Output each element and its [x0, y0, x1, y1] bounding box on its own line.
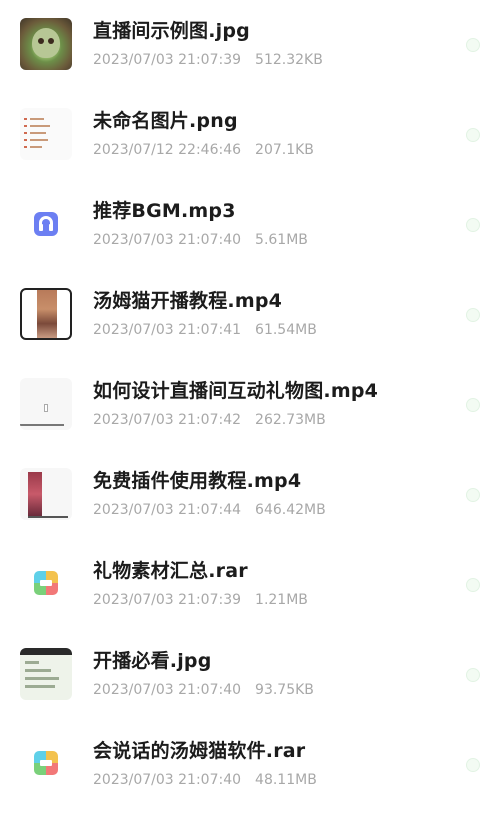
image-thumbnail: [20, 108, 72, 160]
file-row[interactable]: 如何设计直播间互动礼物图.mp4 2023/07/03 21:07:42 262.…: [0, 378, 500, 468]
file-name: 推荐BGM.mp3: [93, 200, 236, 222]
file-date: 2023/07/03 21:07:44: [93, 502, 242, 518]
file-date: 2023/07/12 22:46:46: [93, 142, 242, 158]
select-checkbox[interactable]: [466, 488, 480, 502]
video-thumbnail: [20, 378, 72, 430]
file-meta: 2023/07/03 21:07:40 5.61MB: [93, 231, 308, 249]
file-date: 2023/07/03 21:07:42: [93, 412, 242, 428]
file-row[interactable]: 直播间示例图.jpg 2023/07/03 21:07:39 512.32KB: [0, 18, 500, 108]
file-size: 93.75KB: [255, 682, 314, 698]
image-thumbnail: [20, 18, 72, 70]
video-thumbnail: [20, 468, 72, 520]
file-meta: 2023/07/03 21:07:41 61.54MB: [93, 321, 317, 339]
file-date: 2023/07/03 21:07:40: [93, 232, 242, 248]
file-row[interactable]: 礼物素材汇总.rar 2023/07/03 21:07:39 1.21MB: [0, 558, 500, 648]
file-size: 262.73MB: [255, 412, 326, 428]
select-checkbox[interactable]: [466, 578, 480, 592]
select-checkbox[interactable]: [466, 128, 480, 142]
select-checkbox[interactable]: [466, 758, 480, 772]
file-size: 48.11MB: [255, 772, 317, 788]
file-name: 开播必看.jpg: [93, 650, 212, 672]
file-meta: 2023/07/03 21:07:44 646.42MB: [93, 501, 326, 519]
file-meta: 2023/07/03 21:07:42 262.73MB: [93, 411, 326, 429]
file-name: 会说话的汤姆猫软件.rar: [93, 740, 306, 762]
file-meta: 2023/07/03 21:07:39 512.32KB: [93, 51, 323, 69]
file-meta: 2023/07/03 21:07:39 1.21MB: [93, 591, 308, 609]
file-list: 直播间示例图.jpg 2023/07/03 21:07:39 512.32KB 未…: [0, 0, 500, 814]
file-name: 汤姆猫开播教程.mp4: [93, 290, 283, 312]
file-date: 2023/07/03 21:07:41: [93, 322, 242, 338]
archive-icon: [20, 738, 72, 790]
file-meta: 2023/07/03 21:07:40 48.11MB: [93, 771, 317, 789]
file-row[interactable]: 汤姆猫开播教程.mp4 2023/07/03 21:07:41 61.54MB: [0, 288, 500, 378]
video-thumbnail: [20, 288, 72, 340]
file-size: 61.54MB: [255, 322, 317, 338]
file-size: 512.32KB: [255, 52, 323, 68]
select-checkbox[interactable]: [466, 218, 480, 232]
file-date: 2023/07/03 21:07:39: [93, 592, 242, 608]
file-date: 2023/07/03 21:07:40: [93, 682, 242, 698]
file-name: 礼物素材汇总.rar: [93, 560, 248, 582]
select-checkbox[interactable]: [466, 398, 480, 412]
file-meta: 2023/07/03 21:07:40 93.75KB: [93, 681, 314, 699]
file-row[interactable]: 开播必看.jpg 2023/07/03 21:07:40 93.75KB: [0, 648, 500, 738]
image-thumbnail: [20, 648, 72, 700]
file-row[interactable]: 推荐BGM.mp3 2023/07/03 21:07:40 5.61MB: [0, 198, 500, 288]
select-checkbox[interactable]: [466, 38, 480, 52]
file-size: 207.1KB: [255, 142, 314, 158]
select-checkbox[interactable]: [466, 308, 480, 322]
file-size: 5.61MB: [255, 232, 308, 248]
file-name: 未命名图片.png: [93, 110, 238, 132]
select-checkbox[interactable]: [466, 668, 480, 682]
archive-icon: [20, 558, 72, 610]
file-size: 646.42MB: [255, 502, 326, 518]
file-row[interactable]: 未命名图片.png 2023/07/12 22:46:46 207.1KB: [0, 108, 500, 198]
file-date: 2023/07/03 21:07:39: [93, 52, 242, 68]
file-name: 直播间示例图.jpg: [93, 20, 250, 42]
audio-icon: [20, 198, 72, 250]
file-meta: 2023/07/12 22:46:46 207.1KB: [93, 141, 314, 159]
file-name: 如何设计直播间互动礼物图.mp4: [93, 380, 379, 402]
file-row[interactable]: 会说话的汤姆猫软件.rar 2023/07/03 21:07:40 48.11MB: [0, 738, 500, 814]
file-date: 2023/07/03 21:07:40: [93, 772, 242, 788]
file-name: 免费插件使用教程.mp4: [93, 470, 302, 492]
file-row[interactable]: 免费插件使用教程.mp4 2023/07/03 21:07:44 646.42MB: [0, 468, 500, 558]
file-size: 1.21MB: [255, 592, 308, 608]
